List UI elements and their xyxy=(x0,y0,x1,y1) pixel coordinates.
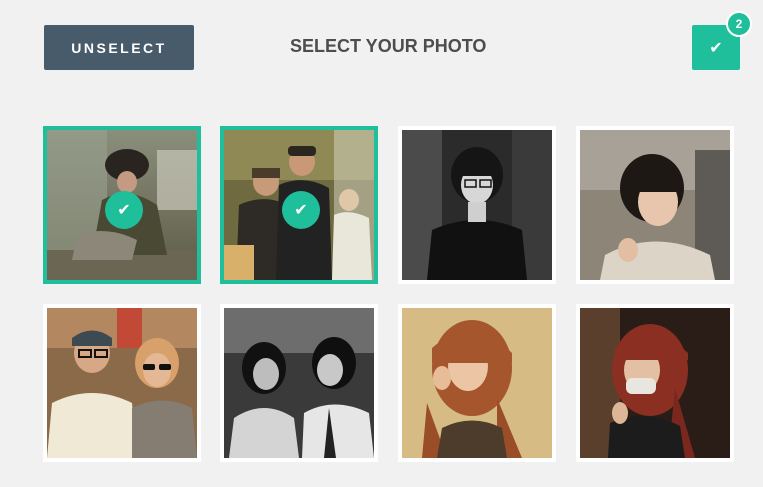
photo-image xyxy=(580,130,730,280)
photo-image xyxy=(402,130,552,280)
photo-tile-3[interactable] xyxy=(398,126,556,284)
photo-image xyxy=(47,308,197,458)
photo-tile-5[interactable] xyxy=(43,304,201,462)
photo-tile-1[interactable]: ✔ xyxy=(43,126,201,284)
photo-image xyxy=(402,308,552,458)
photo-tile-2[interactable]: ✔ xyxy=(220,126,378,284)
selected-count-badge: 2 xyxy=(726,11,752,37)
photo-image xyxy=(224,308,374,458)
photo-tile-6[interactable] xyxy=(220,304,378,462)
photo-image xyxy=(580,308,730,458)
selected-check-icon: ✔ xyxy=(282,191,320,229)
photo-selector-page: UNSELECT SELECT YOUR PHOTO ✔ 2 ✔ ✔ xyxy=(0,0,763,487)
selected-check-icon: ✔ xyxy=(105,191,143,229)
unselect-button[interactable]: UNSELECT xyxy=(44,25,194,70)
photo-tile-8[interactable] xyxy=(576,304,734,462)
photo-tile-7[interactable] xyxy=(398,304,556,462)
page-title: SELECT YOUR PHOTO xyxy=(290,36,487,56)
photo-tile-4[interactable] xyxy=(576,126,734,284)
